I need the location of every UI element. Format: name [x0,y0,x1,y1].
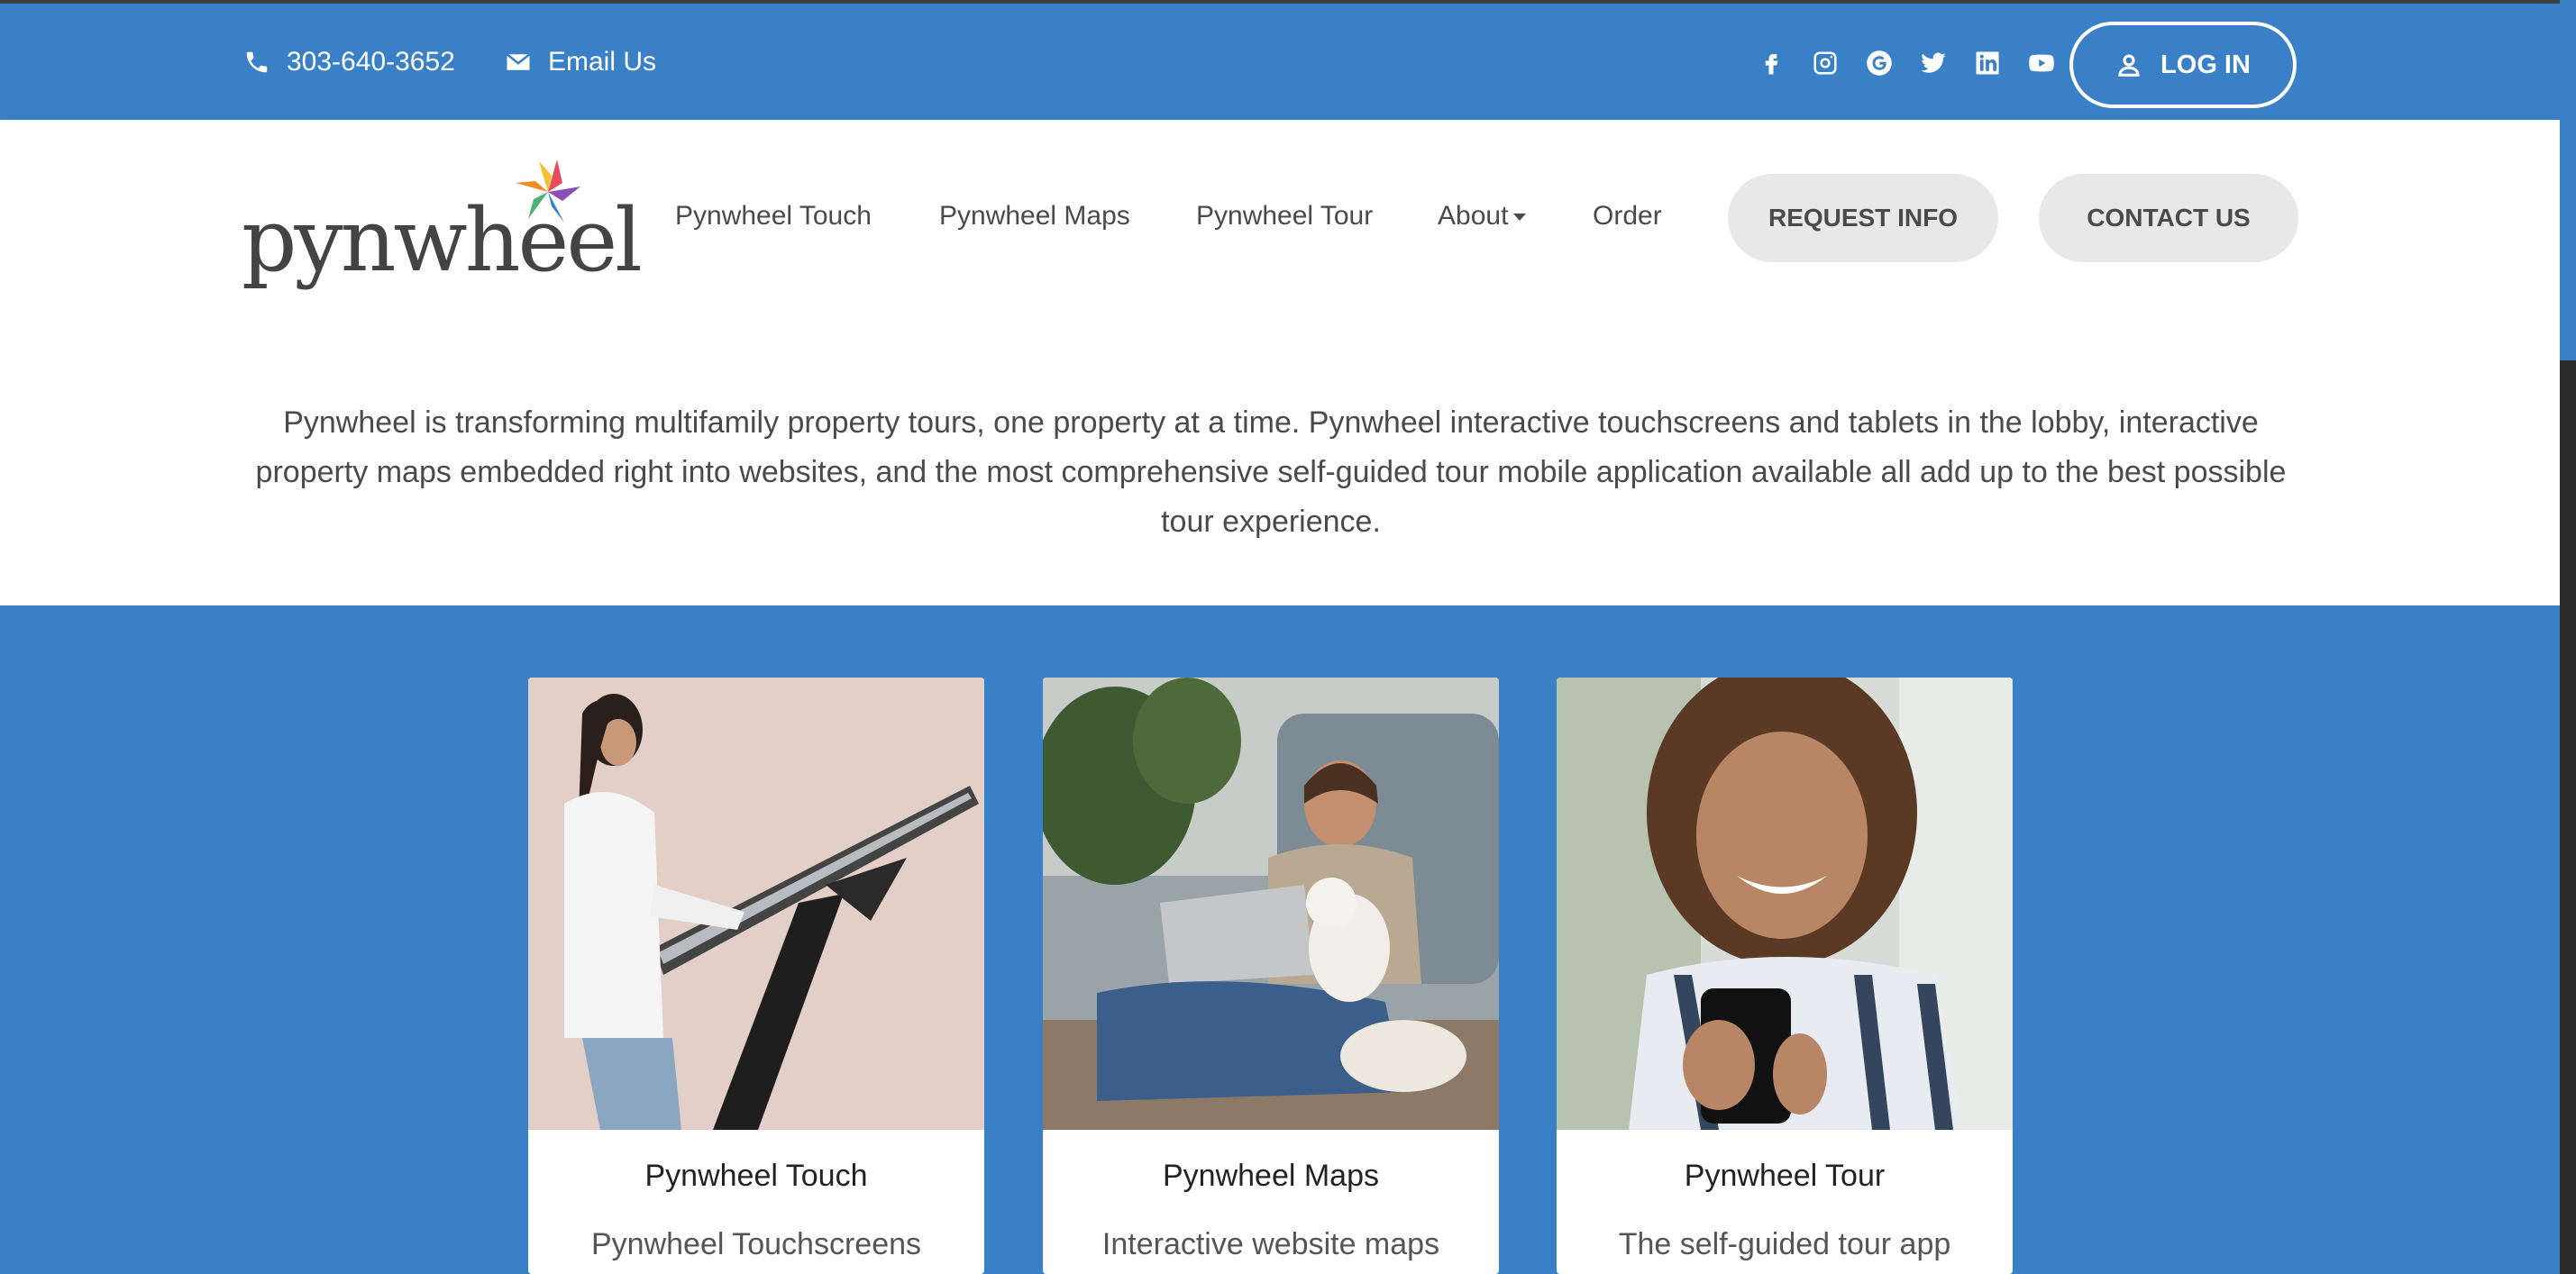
top-bar: 303-640-3652 Email Us LOG IN [0,0,2560,120]
email-label: Email Us [548,47,657,77]
card-text: Pynwheel Touchscreens [590,1227,922,1261]
phone-icon [246,51,268,73]
card-title: Pynwheel Tour [1684,1159,1886,1193]
twitter-icon[interactable] [1915,45,1951,81]
product-card-tour[interactable]: Pynwheel Tour The self-guided tour app [1557,678,2013,1274]
nav-pynwheel-maps[interactable]: Pynwheel Maps [939,201,1130,232]
page-scrollbar[interactable] [2560,0,2576,1274]
linkedin-icon[interactable] [1969,45,2005,81]
request-info-button[interactable]: REQUEST INFO [1728,174,1998,262]
envelope-icon [506,53,531,70]
phone-link[interactable]: 303-640-3652 [243,47,455,77]
tour-photo [1557,678,2013,1130]
instagram-icon[interactable] [1807,45,1843,81]
contact-us-button[interactable]: CONTACT US [2039,174,2298,262]
product-card-touch[interactable]: Pynwheel Touch Pynwheel Touchscreens [528,678,984,1274]
intro-section: Pynwheel is transforming multifamily pro… [0,312,2560,605]
touchscreen-photo [528,678,984,1130]
maps-photo [1043,678,1499,1130]
caret-down-icon [1513,214,1527,222]
user-icon [2118,54,2140,77]
card-text: Interactive website maps [1101,1227,1440,1261]
email-link[interactable]: Email Us [505,47,656,77]
facebook-icon[interactable] [1753,45,1789,81]
card-title: Pynwheel Touch [644,1159,868,1193]
google-icon[interactable] [1861,45,1897,81]
nav-about-label: About [1438,201,1509,231]
login-button[interactable]: LOG IN [2069,22,2297,108]
nav-pynwheel-tour[interactable]: Pynwheel Tour [1196,201,1373,232]
nav-about[interactable]: About [1438,201,1527,232]
phone-number: 303-640-3652 [287,47,455,77]
nav-pynwheel-touch[interactable]: Pynwheel Touch [675,201,872,232]
intro-text: Pynwheel is transforming multifamily pro… [255,405,2287,539]
login-label: LOG IN [2160,50,2251,79]
main-nav: pynwheel Pynwheel Touch Pynwheel Maps Py… [0,120,2560,312]
card-text: The self-guided tour app [1618,1227,1951,1261]
pynwheel-logo[interactable]: pynwheel [242,156,643,291]
card-title: Pynwheel Maps [1162,1159,1379,1193]
product-card-maps[interactable]: Pynwheel Maps Interactive website maps [1043,678,1499,1274]
nav-order[interactable]: Order [1593,201,1662,232]
social-links [1753,45,2078,81]
youtube-icon[interactable] [2023,45,2060,81]
scrollbar-thumb[interactable] [2560,0,2576,360]
pinwheel-star-icon [516,159,580,223]
